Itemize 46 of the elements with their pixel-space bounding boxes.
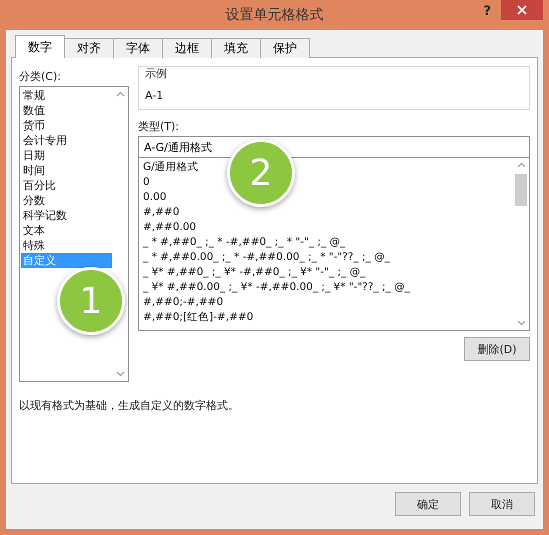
format-item[interactable]: G/通用格式 bbox=[143, 160, 199, 175]
delete-button[interactable]: 删除(D) bbox=[464, 337, 530, 361]
format-item[interactable]: _ * #,##0_ ;_ * -#,##0_ ;_ * "-"_ ;_ @_ bbox=[143, 235, 346, 250]
tab[interactable]: 字体 bbox=[113, 38, 163, 58]
category-item[interactable]: 日期 bbox=[21, 148, 112, 163]
dialog-button[interactable]: 取消 bbox=[469, 492, 535, 516]
description-text: 以现有格式为基础，生成自定义的数字格式。 bbox=[19, 398, 240, 413]
format-item[interactable]: _ ¥* #,##0.00_ ;_ ¥* -#,##0.00_ ;_ ¥* "-"??_ ;_ @_ bbox=[143, 280, 410, 295]
sample-value: A-1 bbox=[145, 89, 164, 102]
category-item[interactable]: 常规 bbox=[21, 88, 112, 103]
tab[interactable]: 边框 bbox=[162, 38, 212, 58]
close-icon bbox=[517, 5, 527, 15]
help-button[interactable]: ? bbox=[483, 4, 491, 19]
format-item[interactable]: 0 bbox=[143, 175, 150, 190]
format-item[interactable]: 0.00 bbox=[143, 190, 166, 205]
category-label: 分类(C): bbox=[19, 68, 62, 84]
format-item[interactable]: #,##0 bbox=[143, 205, 180, 220]
category-item[interactable]: 科学记数 bbox=[21, 208, 112, 223]
category-item[interactable]: 会计专用 bbox=[21, 133, 112, 148]
dialog-button[interactable]: 确定 bbox=[395, 492, 461, 516]
category-item[interactable]: 数值 bbox=[21, 103, 112, 118]
category-item[interactable]: 分数 bbox=[21, 193, 112, 208]
close-button[interactable] bbox=[501, 0, 543, 20]
sample-label: 示例 bbox=[145, 66, 168, 81]
tab[interactable]: 保护 bbox=[260, 38, 310, 58]
category-item[interactable]: 特殊 bbox=[21, 238, 112, 253]
scroll-down-icon[interactable] bbox=[116, 371, 124, 377]
window-title: 设置单元格格式 bbox=[226, 6, 324, 24]
category-item[interactable]: 时间 bbox=[21, 163, 112, 178]
type-field[interactable]: A-G/通用格式 bbox=[138, 136, 530, 158]
scroll-down-icon[interactable] bbox=[516, 320, 526, 326]
category-item[interactable]: 文本 bbox=[21, 223, 112, 238]
format-item[interactable]: _ * #,##0.00_ ;_ * -#,##0.00_ ;_ * "-"??_ ;_ @_ bbox=[143, 250, 390, 265]
format-item[interactable]: #,##0;-#,##0 bbox=[143, 295, 224, 310]
tab[interactable]: 数字 bbox=[15, 35, 65, 58]
scroll-up-icon[interactable] bbox=[516, 162, 526, 168]
type-label: 类型(T): bbox=[138, 118, 180, 134]
format-item[interactable]: _ ¥* #,##0_ ;_ ¥* -#,##0_ ;_ ¥* "-"_ ;_ @_ bbox=[143, 265, 366, 280]
format-item[interactable]: #,##0;[红色]-#,##0 bbox=[143, 310, 254, 325]
scroll-up-icon[interactable] bbox=[116, 91, 124, 97]
category-item[interactable]: 货币 bbox=[21, 118, 112, 133]
scrollbar-thumb[interactable] bbox=[515, 174, 527, 206]
tab[interactable]: 对齐 bbox=[64, 38, 114, 58]
format-item[interactable]: #,##0.00 bbox=[143, 220, 196, 235]
category-item[interactable]: 百分比 bbox=[21, 178, 112, 193]
tab[interactable]: 填充 bbox=[211, 38, 261, 58]
